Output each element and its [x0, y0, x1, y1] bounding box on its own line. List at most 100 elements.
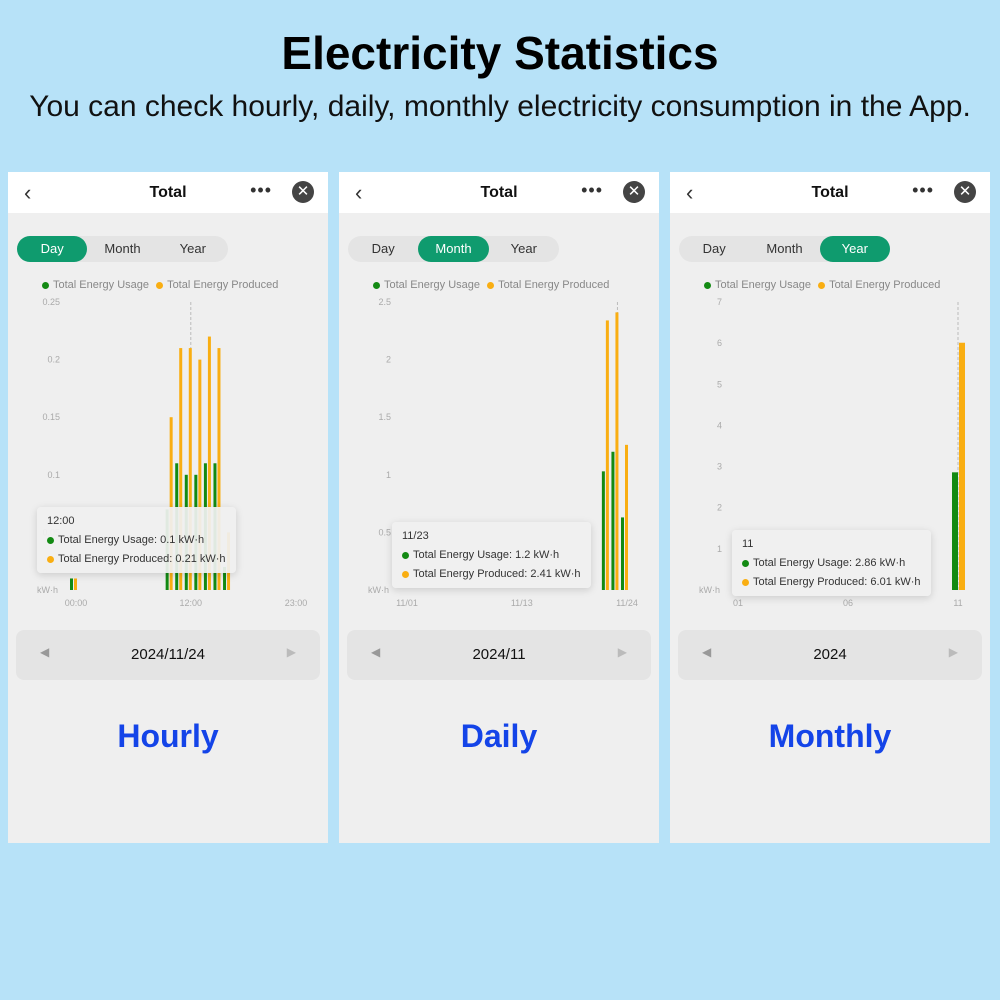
tooltip-label: 12:00 [47, 515, 75, 527]
date-navigator: ◀ 2024/11 ▶ [347, 630, 651, 680]
x-tick-label: 11/13 [511, 598, 533, 608]
panel-caption: Daily [460, 718, 538, 754]
tooltip-usage: Total Energy Usage: 1.2 kW·h [413, 549, 560, 561]
tooltip-produced-dot [742, 578, 749, 586]
bar-produced [625, 444, 628, 590]
legend-usage: Total Energy Usage [715, 279, 811, 291]
tab-day[interactable]: Day [348, 236, 418, 262]
tab-day[interactable]: Day [679, 236, 749, 262]
bar-usage [601, 471, 605, 590]
y-axis-unit: kW·h [699, 585, 720, 595]
date-navigator: ◀ 2024/11/24 ▶ [16, 630, 320, 680]
legend-dot-usage [704, 281, 711, 289]
legend-dot-usage [42, 281, 49, 289]
tab-month[interactable]: Month [418, 236, 489, 262]
bar-usage [70, 578, 73, 590]
period-tabs: Day Month Year [17, 236, 228, 262]
tooltip-produced: Total Energy Produced: 6.01 kW·h [753, 576, 921, 588]
more-dots-icon[interactable]: ••• [912, 180, 934, 201]
x-tick-label: 06 [843, 598, 853, 608]
next-arrow-icon[interactable]: ▶ [287, 645, 296, 659]
chart-legend: Total Energy Usage Total Energy Produced [704, 279, 940, 291]
tooltip-usage-dot [402, 551, 409, 559]
bar-produced [959, 342, 965, 590]
y-tick-label: 2 [717, 503, 722, 513]
tooltip-produced-dot [47, 555, 54, 563]
tooltip-usage: Total Energy Usage: 0.1 kW·h [58, 534, 205, 546]
legend-usage: Total Energy Usage [53, 279, 149, 291]
legend-produced: Total Energy Produced [167, 279, 279, 291]
y-tick-label: 0.5 [378, 527, 391, 537]
header-title: Total [811, 184, 849, 201]
tab-year[interactable]: Year [819, 236, 890, 262]
app-header: ‹ Total ••• ✕ [8, 172, 328, 213]
legend-dot-usage [373, 281, 380, 289]
y-tick-label: 0.15 [42, 412, 60, 422]
panel-caption: Monthly [768, 718, 892, 754]
tab-year[interactable]: Year [489, 236, 559, 262]
next-arrow-icon[interactable]: ▶ [949, 645, 958, 659]
y-tick-label: 0.2 [47, 355, 60, 365]
chart-tooltip: 12:00 Total Energy Usage: 0.1 kW·h Total… [37, 507, 236, 573]
header-title: Total [149, 184, 187, 201]
legend-usage: Total Energy Usage [384, 279, 480, 291]
y-tick-label: 0.1 [47, 470, 60, 480]
x-tick-label: 00:00 [65, 598, 88, 608]
current-date: 2024 [813, 646, 847, 663]
tooltip-label: 11 [742, 538, 754, 550]
tab-year[interactable]: Year [158, 236, 228, 262]
x-tick-label: 23:00 [285, 598, 308, 608]
bar-usage [611, 451, 615, 590]
x-tick-label: 01 [733, 598, 743, 608]
tooltip-usage-dot [742, 559, 749, 567]
chart-tooltip: 11 Total Energy Usage: 2.86 kW·h Total E… [732, 530, 931, 596]
close-icon[interactable]: ✕ [292, 181, 314, 203]
y-tick-label: 1 [386, 470, 391, 480]
panel-caption: Hourly [117, 718, 219, 754]
period-tabs: Day Month Year [348, 236, 559, 262]
bar-produced [615, 312, 619, 590]
legend-produced: Total Energy Produced [498, 279, 610, 291]
legend-produced: Total Energy Produced [829, 279, 941, 291]
tooltip-produced: Total Energy Produced: 0.21 kW·h [58, 553, 226, 565]
period-tabs: Day Month Year [679, 236, 890, 262]
y-tick-label: 2.5 [378, 297, 391, 307]
page-title: Electricity Statistics [281, 27, 719, 79]
next-arrow-icon[interactable]: ▶ [618, 645, 627, 659]
more-dots-icon[interactable]: ••• [250, 180, 272, 201]
y-axis-unit: kW·h [368, 585, 389, 595]
x-tick-label: 12:00 [180, 598, 203, 608]
tooltip-usage-dot [47, 536, 54, 544]
bar-usage [952, 472, 958, 590]
tooltip-label: 11/23 [402, 530, 429, 542]
phone-screen: ‹ Total ••• ✕ Day Month Year Total Energ… [8, 172, 328, 843]
bar-produced [74, 578, 77, 590]
app-header: ‹ Total ••• ✕ [670, 172, 990, 213]
page-subtitle: You can check hourly, daily, monthly ele… [29, 90, 971, 123]
tab-month[interactable]: Month [749, 236, 819, 262]
x-tick-label: 11/24 [616, 598, 638, 608]
x-tick-label: 11/01 [396, 598, 418, 608]
y-tick-label: 6 [717, 338, 722, 348]
phone-screen: ‹ Total ••• ✕ Day Month Year Total Energ… [339, 172, 659, 843]
y-tick-label: 7 [717, 297, 722, 307]
app-header: ‹ Total ••• ✕ [339, 172, 659, 213]
tab-day[interactable]: Day [17, 236, 88, 262]
x-tick-label: 11 [953, 598, 962, 608]
y-tick-label: 3 [717, 462, 722, 472]
bar-produced [605, 320, 609, 590]
tab-month[interactable]: Month [87, 236, 157, 262]
close-icon[interactable]: ✕ [623, 181, 645, 203]
current-date: 2024/11/24 [131, 646, 205, 663]
legend-dot-produced [156, 281, 164, 289]
chart-legend: Total Energy Usage Total Energy Produced [373, 279, 609, 291]
y-tick-label: 2 [386, 355, 391, 365]
more-dots-icon[interactable]: ••• [581, 180, 603, 201]
y-tick-label: 0.25 [42, 297, 60, 307]
y-tick-label: 1.5 [378, 412, 391, 422]
date-navigator: ◀ 2024 ▶ [678, 630, 982, 680]
close-icon[interactable]: ✕ [954, 181, 976, 203]
legend-dot-produced [487, 281, 495, 289]
legend-dot-produced [818, 281, 826, 289]
y-tick-label: 1 [717, 544, 722, 554]
